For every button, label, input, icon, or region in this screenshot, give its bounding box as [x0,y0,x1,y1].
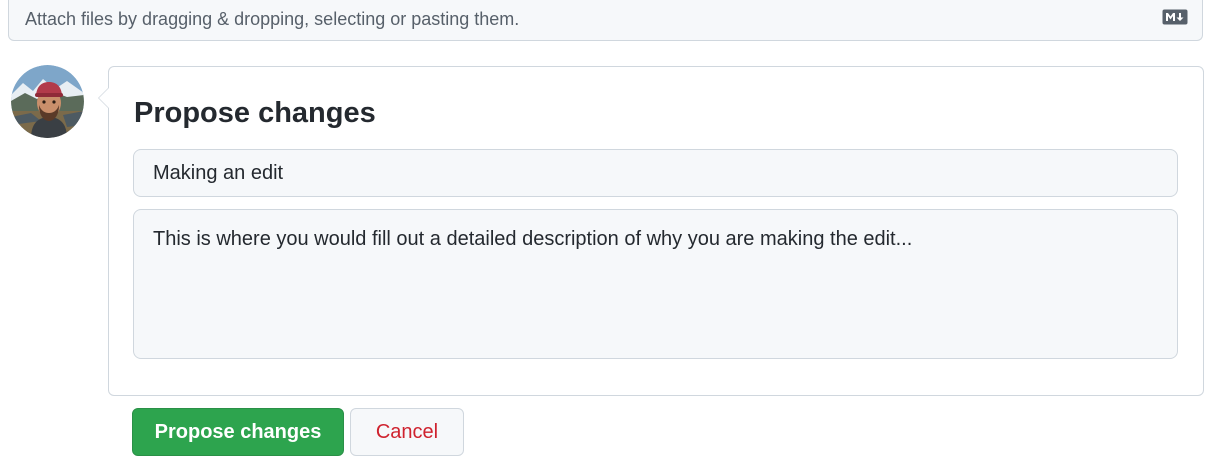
commit-title-input[interactable] [133,149,1178,197]
commit-description-text: This is where you would fill out a detai… [153,228,913,250]
cancel-button[interactable]: Cancel [350,408,464,456]
propose-changes-button[interactable]: Propose changes [132,408,344,456]
comment-caret-fill [99,88,109,108]
attach-files-hint: Attach files by dragging & dropping, sel… [25,9,520,29]
file-attach-bar[interactable]: Attach files by dragging & dropping, sel… [8,0,1203,41]
commit-description-textarea[interactable]: This is where you would fill out a detai… [133,209,1178,359]
resize-handle-icon[interactable] [1163,344,1175,356]
propose-changes-form: Propose changes This is where you would … [98,66,1204,396]
avatar[interactable] [11,65,84,138]
markdown-icon[interactable] [1162,9,1188,25]
form-heading: Propose changes [134,97,376,129]
